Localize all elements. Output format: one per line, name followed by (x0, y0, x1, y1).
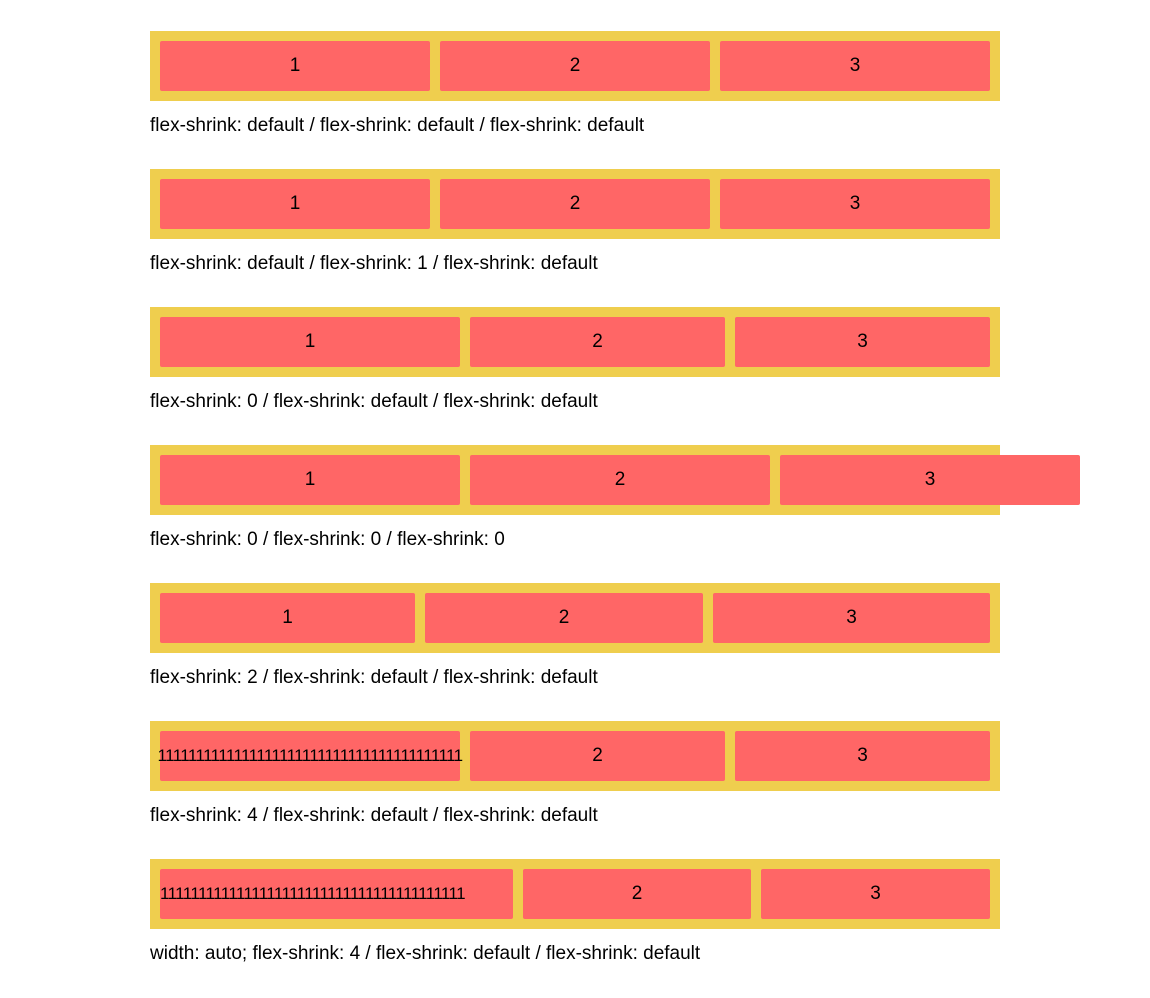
flex-container: 1 2 3 (150, 583, 1000, 653)
demo-2: 1 2 3 flex-shrink: default / flex-shrink… (150, 169, 1000, 274)
flex-item-3: 3 (761, 869, 990, 919)
flex-shrink-demo-page: 1 2 3 flex-shrink: default / flex-shrink… (0, 0, 1150, 998)
flex-item-1: 1 (160, 593, 415, 643)
flex-item-3: 3 (720, 41, 990, 91)
flex-item-1: 1 (160, 41, 430, 91)
flex-item-1: 1111111111111111111111111111111111111111 (158, 731, 463, 781)
flex-container: 1 2 3 (150, 169, 1000, 239)
demo-caption: flex-shrink: 2 / flex-shrink: default / … (150, 667, 598, 688)
flex-item-3: 3 (780, 455, 1080, 505)
flex-item-3: 3 (735, 731, 990, 781)
demo-5: 1 2 3 flex-shrink: 2 / flex-shrink: defa… (150, 583, 1000, 688)
flex-item-2: 2 (470, 317, 725, 367)
flex-item-2: 2 (470, 731, 725, 781)
demo-caption: flex-shrink: default / flex-shrink: 1 / … (150, 253, 598, 274)
demo-caption: width: auto; flex-shrink: 4 / flex-shrin… (150, 943, 701, 964)
demo-6: 1111111111111111111111111111111111111111… (150, 721, 1000, 826)
flex-container: 1 2 3 (150, 31, 1000, 101)
flex-container: 1 2 3 (150, 307, 1000, 377)
flex-item-1: 1 (160, 455, 460, 505)
demo-7: 1111111111111111111111111111111111111111… (150, 859, 1000, 964)
flex-item-2: 2 (440, 179, 710, 229)
flex-item-2: 2 (470, 455, 770, 505)
demo-4: 1 2 3 flex-shrink: 0 / flex-shrink: 0 / … (150, 445, 1080, 550)
flex-item-1: 1 (160, 317, 460, 367)
flex-item-3: 3 (713, 593, 990, 643)
flex-item-1: 1111111111111111111111111111111111111111 (160, 869, 513, 919)
flex-container: 1 2 3 (150, 445, 1080, 515)
flex-item-2: 2 (440, 41, 710, 91)
demo-caption: flex-shrink: 4 / flex-shrink: default / … (150, 805, 598, 826)
demo-3: 1 2 3 flex-shrink: 0 / flex-shrink: defa… (150, 307, 1000, 412)
demo-1: 1 2 3 flex-shrink: default / flex-shrink… (150, 31, 1000, 136)
flex-item-3: 3 (735, 317, 990, 367)
flex-item-2: 2 (425, 593, 703, 643)
flex-item-1: 1 (160, 179, 430, 229)
flex-container: 1111111111111111111111111111111111111111… (150, 859, 1000, 929)
demo-caption: flex-shrink: 0 / flex-shrink: 0 / flex-s… (150, 529, 505, 550)
flex-container: 1111111111111111111111111111111111111111… (150, 721, 1000, 791)
demo-caption: flex-shrink: 0 / flex-shrink: default / … (150, 391, 598, 412)
flex-item-3: 3 (720, 179, 990, 229)
demo-caption: flex-shrink: default / flex-shrink: defa… (150, 115, 645, 136)
flex-item-2: 2 (523, 869, 751, 919)
